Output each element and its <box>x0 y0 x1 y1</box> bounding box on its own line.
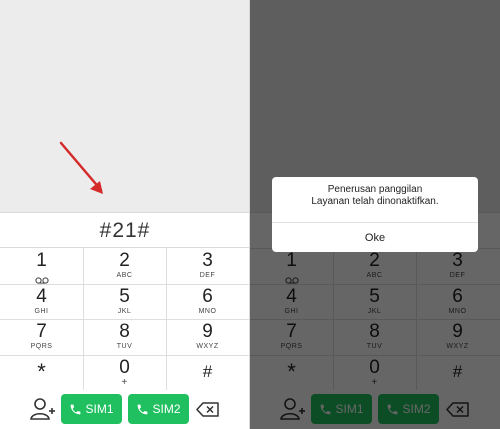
key-1[interactable]: 1 <box>0 248 83 284</box>
phone-icon <box>71 404 81 414</box>
dialer-screen-left: #21# 1 2 ABC 3 DEF 4 GHI 5 JKL 6 MNO 7 PQRS 8T… <box>0 0 250 429</box>
dialog-message: Layanan telah dinonaktifkan. <box>311 196 439 207</box>
key-4[interactable]: 4GHI <box>0 284 83 320</box>
divider <box>0 319 249 320</box>
key-2[interactable]: 2ABC <box>83 248 166 284</box>
sim2-call-button[interactable]: SIM2 <box>128 394 189 424</box>
divider <box>0 283 249 285</box>
key-9[interactable]: 9WXYZ <box>166 319 249 355</box>
backspace-icon[interactable] <box>196 402 220 417</box>
divider <box>0 354 249 356</box>
phone-icon <box>138 404 148 414</box>
key-7[interactable]: 7PQRS <box>0 319 83 355</box>
ok-button[interactable]: Oke <box>272 223 478 252</box>
dialog-title: Penerusan panggilan <box>327 184 423 195</box>
key-hash[interactable]: # <box>166 355 249 391</box>
dialer-screen-right: 1 2ABC 3DEF 4GHI 5JKL 6MNO 7PQRS 8TUV 9W… <box>250 0 500 429</box>
number-display[interactable]: #21# <box>0 212 249 248</box>
red-arrow-annotation <box>59 141 103 194</box>
dialed-number: #21# <box>99 219 151 242</box>
sim1-call-button[interactable]: SIM1 <box>61 394 122 424</box>
key-3[interactable]: 3DEF <box>166 248 249 284</box>
call-log-area <box>0 0 249 212</box>
dialer-action-bar: SIM1 SIM2 <box>0 390 249 429</box>
key-6[interactable]: 6MNO <box>166 284 249 320</box>
call-forwarding-dialog: Penerusan panggilan Layanan telah dinona… <box>272 177 478 252</box>
key-5[interactable]: 5JKL <box>83 284 166 320</box>
key-0[interactable]: 0+ <box>83 355 166 391</box>
add-contact-icon[interactable] <box>30 397 56 421</box>
key-8[interactable]: 8TUV <box>83 319 166 355</box>
key-star[interactable]: * <box>0 355 83 391</box>
